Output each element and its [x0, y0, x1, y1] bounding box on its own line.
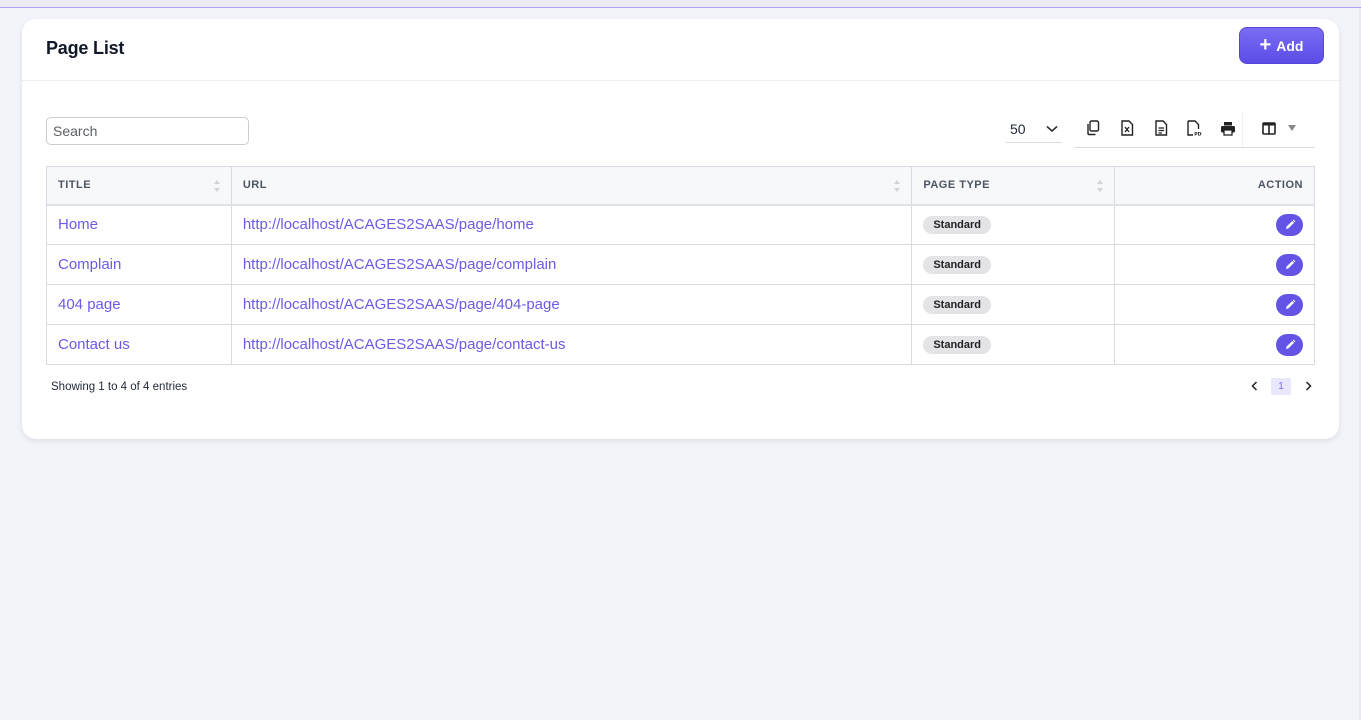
- edit-button[interactable]: [1276, 333, 1303, 356]
- page-type-badge: Standard: [923, 216, 992, 235]
- edit-button[interactable]: [1276, 213, 1303, 236]
- table-row: Contact us http://localhost/ACAGES2SAAS/…: [46, 324, 1315, 365]
- edit-button[interactable]: [1276, 253, 1303, 276]
- pencil-icon: [1285, 259, 1295, 269]
- column-visibility-button[interactable]: [1262, 119, 1302, 137]
- plus-icon: +: [1259, 33, 1272, 56]
- page-length-select[interactable]: 50: [1006, 115, 1062, 143]
- page-length-value: 50: [1010, 120, 1026, 137]
- row-title-link[interactable]: Complain: [58, 256, 121, 273]
- add-button[interactable]: + Add: [1239, 27, 1324, 64]
- add-button-label: Add: [1276, 37, 1304, 54]
- column-header-url[interactable]: URL: [230, 166, 913, 206]
- toolbar-divider: [1242, 111, 1243, 147]
- table-row: Home http://localhost/ACAGES2SAAS/page/h…: [46, 204, 1315, 245]
- page-type-badge: Standard: [923, 256, 992, 274]
- pagination: 1: [1248, 376, 1314, 396]
- row-url-link[interactable]: http://localhost/ACAGES2SAAS/page/contac…: [243, 336, 566, 353]
- search-input[interactable]: [46, 117, 249, 145]
- sort-icon: [1097, 180, 1104, 192]
- row-url-link[interactable]: http://localhost/ACAGES2SAAS/page/404-pa…: [243, 296, 560, 313]
- page-type-badge: Standard: [923, 296, 992, 314]
- print-icon[interactable]: [1219, 119, 1237, 137]
- pdf-icon[interactable]: PDF: [1185, 119, 1203, 137]
- column-header-page-type[interactable]: PAGE TYPE: [911, 166, 1116, 206]
- row-title-link[interactable]: Contact us: [58, 336, 130, 353]
- row-url-link[interactable]: http://localhost/ACAGES2SAAS/page/compla…: [243, 256, 557, 273]
- excel-icon[interactable]: [1118, 119, 1136, 137]
- row-title-link[interactable]: 404 page: [58, 296, 121, 313]
- chevron-down-icon: [1046, 125, 1058, 132]
- top-bar: [0, 0, 1361, 8]
- page-title: Page List: [46, 38, 125, 58]
- csv-icon[interactable]: [1152, 119, 1170, 137]
- page-list-card: Page List + Add 50 PDF: [22, 19, 1339, 439]
- svg-text:PDF: PDF: [1194, 131, 1202, 136]
- chevron-right-icon: [1305, 381, 1312, 391]
- row-url-link[interactable]: http://localhost/ACAGES2SAAS/page/home: [243, 216, 534, 233]
- chevron-left-icon: [1250, 381, 1257, 391]
- card-header: Page List + Add: [22, 19, 1339, 81]
- column-header-action: ACTION: [1114, 166, 1315, 206]
- table-info: Showing 1 to 4 of 4 entries: [51, 381, 188, 393]
- table-row: 404 page http://localhost/ACAGES2SAAS/pa…: [46, 284, 1315, 325]
- table-header-row: TITLE URL PAGE TYPE ACTION: [46, 166, 1315, 206]
- pencil-icon: [1285, 339, 1295, 349]
- copy-icon[interactable]: [1084, 119, 1102, 137]
- caret-down-icon: [1288, 125, 1296, 131]
- table-row: Complain http://localhost/ACAGES2SAAS/pa…: [46, 244, 1315, 285]
- row-title-link[interactable]: Home: [58, 216, 98, 233]
- pencil-icon: [1285, 299, 1295, 309]
- pencil-icon: [1285, 219, 1295, 229]
- page-table: TITLE URL PAGE TYPE ACTION Home http://l…: [46, 166, 1315, 365]
- export-toolbar: PDF: [1074, 111, 1315, 148]
- next-page-button[interactable]: [1302, 379, 1314, 393]
- page-number-button[interactable]: 1: [1271, 377, 1291, 395]
- previous-page-button[interactable]: [1248, 379, 1260, 393]
- sort-icon: [894, 180, 901, 192]
- column-visibility-icon: [1262, 121, 1276, 135]
- sort-icon: [213, 180, 220, 192]
- page-type-badge: Standard: [923, 336, 992, 354]
- column-header-title[interactable]: TITLE: [46, 166, 232, 206]
- edit-button[interactable]: [1276, 293, 1303, 316]
